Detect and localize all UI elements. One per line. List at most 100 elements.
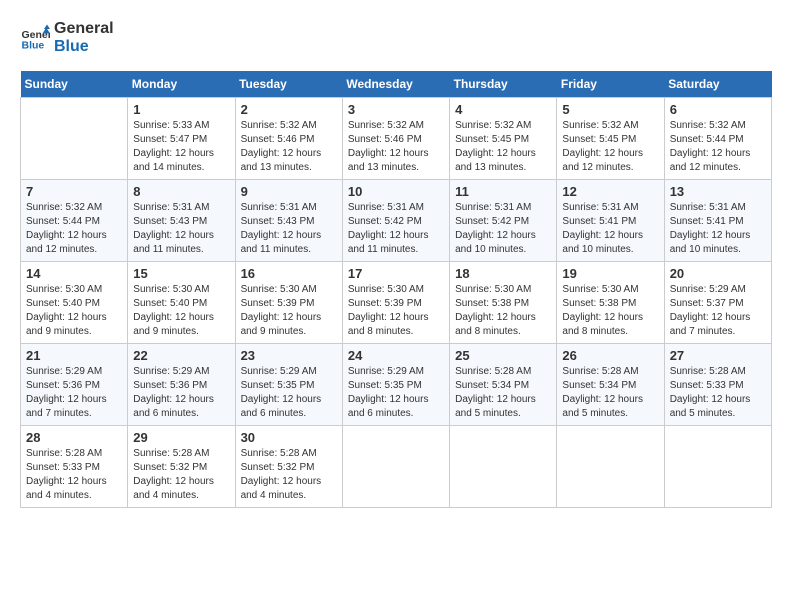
day-info: Sunrise: 5:31 AM Sunset: 5:43 PM Dayligh… (133, 201, 229, 257)
calendar-table: SundayMondayTuesdayWednesdayThursdayFrid… (20, 71, 772, 508)
logo-icon: General Blue (20, 23, 50, 53)
day-info: Sunrise: 5:31 AM Sunset: 5:42 PM Dayligh… (348, 201, 444, 257)
day-info: Sunrise: 5:30 AM Sunset: 5:38 PM Dayligh… (562, 283, 658, 339)
day-cell (450, 426, 557, 508)
day-cell: 10Sunrise: 5:31 AM Sunset: 5:42 PM Dayli… (342, 180, 449, 262)
day-cell: 29Sunrise: 5:28 AM Sunset: 5:32 PM Dayli… (128, 426, 235, 508)
day-info: Sunrise: 5:28 AM Sunset: 5:32 PM Dayligh… (133, 447, 229, 503)
day-info: Sunrise: 5:28 AM Sunset: 5:34 PM Dayligh… (455, 365, 551, 421)
day-info: Sunrise: 5:33 AM Sunset: 5:47 PM Dayligh… (133, 119, 229, 175)
day-info: Sunrise: 5:32 AM Sunset: 5:46 PM Dayligh… (241, 119, 337, 175)
header-cell-sunday: Sunday (21, 71, 128, 98)
day-cell: 28 Sunrise: 5:28 AM Sunset: 5:33 PM Dayli… (21, 426, 128, 508)
day-info: Sunrise: 5:28 AM Sunset: 5:32 PM Dayligh… (241, 447, 337, 503)
day-cell: 25Sunrise: 5:28 AM Sunset: 5:34 PM Dayli… (450, 344, 557, 426)
day-info: Sunrise: 5:30 AM Sunset: 5:40 PM Dayligh… (26, 283, 122, 339)
day-cell: 26 Sunrise: 5:28 AM Sunset: 5:34 PM Dayli… (557, 344, 664, 426)
day-cell: 27Sunrise: 5:28 AM Sunset: 5:33 PM Dayli… (664, 344, 771, 426)
week-row-1: 1 Sunrise: 5:33 AM Sunset: 5:47 PM Daylig… (21, 98, 772, 180)
day-info: Sunrise: 5:29 AM Sunset: 5:35 PM Dayligh… (348, 365, 444, 421)
day-number: 1 (133, 102, 229, 117)
day-cell (342, 426, 449, 508)
day-cell: 21 Sunrise: 5:29 AM Sunset: 5:36 PM Dayli… (21, 344, 128, 426)
day-info: Sunrise: 5:32 AM Sunset: 5:44 PM Dayligh… (670, 119, 766, 175)
day-number: 21 (26, 348, 122, 363)
day-number: 15 (133, 266, 229, 281)
day-cell (664, 426, 771, 508)
day-cell: 19 Sunrise: 5:30 AM Sunset: 5:38 PM Dayli… (557, 262, 664, 344)
day-info: Sunrise: 5:29 AM Sunset: 5:36 PM Dayligh… (26, 365, 122, 421)
header-cell-saturday: Saturday (664, 71, 771, 98)
calendar-header-row: SundayMondayTuesdayWednesdayThursdayFrid… (21, 71, 772, 98)
day-number: 2 (241, 102, 337, 117)
day-info: Sunrise: 5:30 AM Sunset: 5:39 PM Dayligh… (348, 283, 444, 339)
day-info: Sunrise: 5:32 AM Sunset: 5:45 PM Dayligh… (455, 119, 551, 175)
day-info: Sunrise: 5:29 AM Sunset: 5:36 PM Dayligh… (133, 365, 229, 421)
logo: General Blue General Blue (20, 20, 114, 55)
week-row-2: 7Sunrise: 5:32 AM Sunset: 5:44 PM Daylig… (21, 180, 772, 262)
day-cell: 5 Sunrise: 5:32 AM Sunset: 5:45 PM Daylig… (557, 98, 664, 180)
day-number: 9 (241, 184, 337, 199)
day-number: 6 (670, 102, 766, 117)
day-info: Sunrise: 5:31 AM Sunset: 5:42 PM Dayligh… (455, 201, 551, 257)
day-cell: 13 Sunrise: 5:31 AM Sunset: 5:41 PM Dayli… (664, 180, 771, 262)
logo-line2: Blue (54, 38, 114, 56)
day-info: Sunrise: 5:28 AM Sunset: 5:34 PM Dayligh… (562, 365, 658, 421)
day-cell: 2 Sunrise: 5:32 AM Sunset: 5:46 PM Daylig… (235, 98, 342, 180)
week-row-4: 21 Sunrise: 5:29 AM Sunset: 5:36 PM Dayli… (21, 344, 772, 426)
day-number: 18 (455, 266, 551, 281)
day-cell: 1 Sunrise: 5:33 AM Sunset: 5:47 PM Daylig… (128, 98, 235, 180)
day-cell: 22 Sunrise: 5:29 AM Sunset: 5:36 PM Dayli… (128, 344, 235, 426)
day-cell: 23 Sunrise: 5:29 AM Sunset: 5:35 PM Dayli… (235, 344, 342, 426)
day-number: 7 (26, 184, 122, 199)
day-cell: 7Sunrise: 5:32 AM Sunset: 5:44 PM Daylig… (21, 180, 128, 262)
day-number: 5 (562, 102, 658, 117)
day-info: Sunrise: 5:30 AM Sunset: 5:39 PM Dayligh… (241, 283, 337, 339)
header-cell-wednesday: Wednesday (342, 71, 449, 98)
day-number: 22 (133, 348, 229, 363)
header-cell-friday: Friday (557, 71, 664, 98)
day-cell: 16 Sunrise: 5:30 AM Sunset: 5:39 PM Dayli… (235, 262, 342, 344)
day-info: Sunrise: 5:32 AM Sunset: 5:46 PM Dayligh… (348, 119, 444, 175)
day-info: Sunrise: 5:28 AM Sunset: 5:33 PM Dayligh… (26, 447, 122, 503)
day-info: Sunrise: 5:31 AM Sunset: 5:41 PM Dayligh… (562, 201, 658, 257)
day-cell: 30Sunrise: 5:28 AM Sunset: 5:32 PM Dayli… (235, 426, 342, 508)
day-info: Sunrise: 5:31 AM Sunset: 5:43 PM Dayligh… (241, 201, 337, 257)
day-number: 26 (562, 348, 658, 363)
header-cell-monday: Monday (128, 71, 235, 98)
day-cell: 18 Sunrise: 5:30 AM Sunset: 5:38 PM Dayli… (450, 262, 557, 344)
day-number: 28 (26, 430, 122, 445)
day-info: Sunrise: 5:29 AM Sunset: 5:35 PM Dayligh… (241, 365, 337, 421)
day-number: 13 (670, 184, 766, 199)
day-cell: 12 Sunrise: 5:31 AM Sunset: 5:41 PM Dayli… (557, 180, 664, 262)
day-cell: 8 Sunrise: 5:31 AM Sunset: 5:43 PM Daylig… (128, 180, 235, 262)
day-cell: 6 Sunrise: 5:32 AM Sunset: 5:44 PM Daylig… (664, 98, 771, 180)
day-cell: 20Sunrise: 5:29 AM Sunset: 5:37 PM Dayli… (664, 262, 771, 344)
logo-line1: General (54, 20, 114, 38)
day-info: Sunrise: 5:30 AM Sunset: 5:38 PM Dayligh… (455, 283, 551, 339)
day-cell (21, 98, 128, 180)
day-number: 8 (133, 184, 229, 199)
day-cell: 15Sunrise: 5:30 AM Sunset: 5:40 PM Dayli… (128, 262, 235, 344)
day-cell: 4Sunrise: 5:32 AM Sunset: 5:45 PM Daylig… (450, 98, 557, 180)
day-number: 16 (241, 266, 337, 281)
day-number: 23 (241, 348, 337, 363)
day-cell: 11 Sunrise: 5:31 AM Sunset: 5:42 PM Dayli… (450, 180, 557, 262)
week-row-3: 14 Sunrise: 5:30 AM Sunset: 5:40 PM Dayli… (21, 262, 772, 344)
day-cell: 14 Sunrise: 5:30 AM Sunset: 5:40 PM Dayli… (21, 262, 128, 344)
day-info: Sunrise: 5:31 AM Sunset: 5:41 PM Dayligh… (670, 201, 766, 257)
day-cell: 17Sunrise: 5:30 AM Sunset: 5:39 PM Dayli… (342, 262, 449, 344)
day-cell: 24Sunrise: 5:29 AM Sunset: 5:35 PM Dayli… (342, 344, 449, 426)
day-cell: 3 Sunrise: 5:32 AM Sunset: 5:46 PM Daylig… (342, 98, 449, 180)
svg-text:Blue: Blue (22, 39, 45, 51)
day-number: 14 (26, 266, 122, 281)
day-info: Sunrise: 5:32 AM Sunset: 5:45 PM Dayligh… (562, 119, 658, 175)
week-row-5: 28 Sunrise: 5:28 AM Sunset: 5:33 PM Dayli… (21, 426, 772, 508)
day-number: 19 (562, 266, 658, 281)
day-number: 11 (455, 184, 551, 199)
day-number: 3 (348, 102, 444, 117)
day-number: 20 (670, 266, 766, 281)
page-header: General Blue General Blue (20, 20, 772, 55)
header-cell-thursday: Thursday (450, 71, 557, 98)
day-number: 12 (562, 184, 658, 199)
